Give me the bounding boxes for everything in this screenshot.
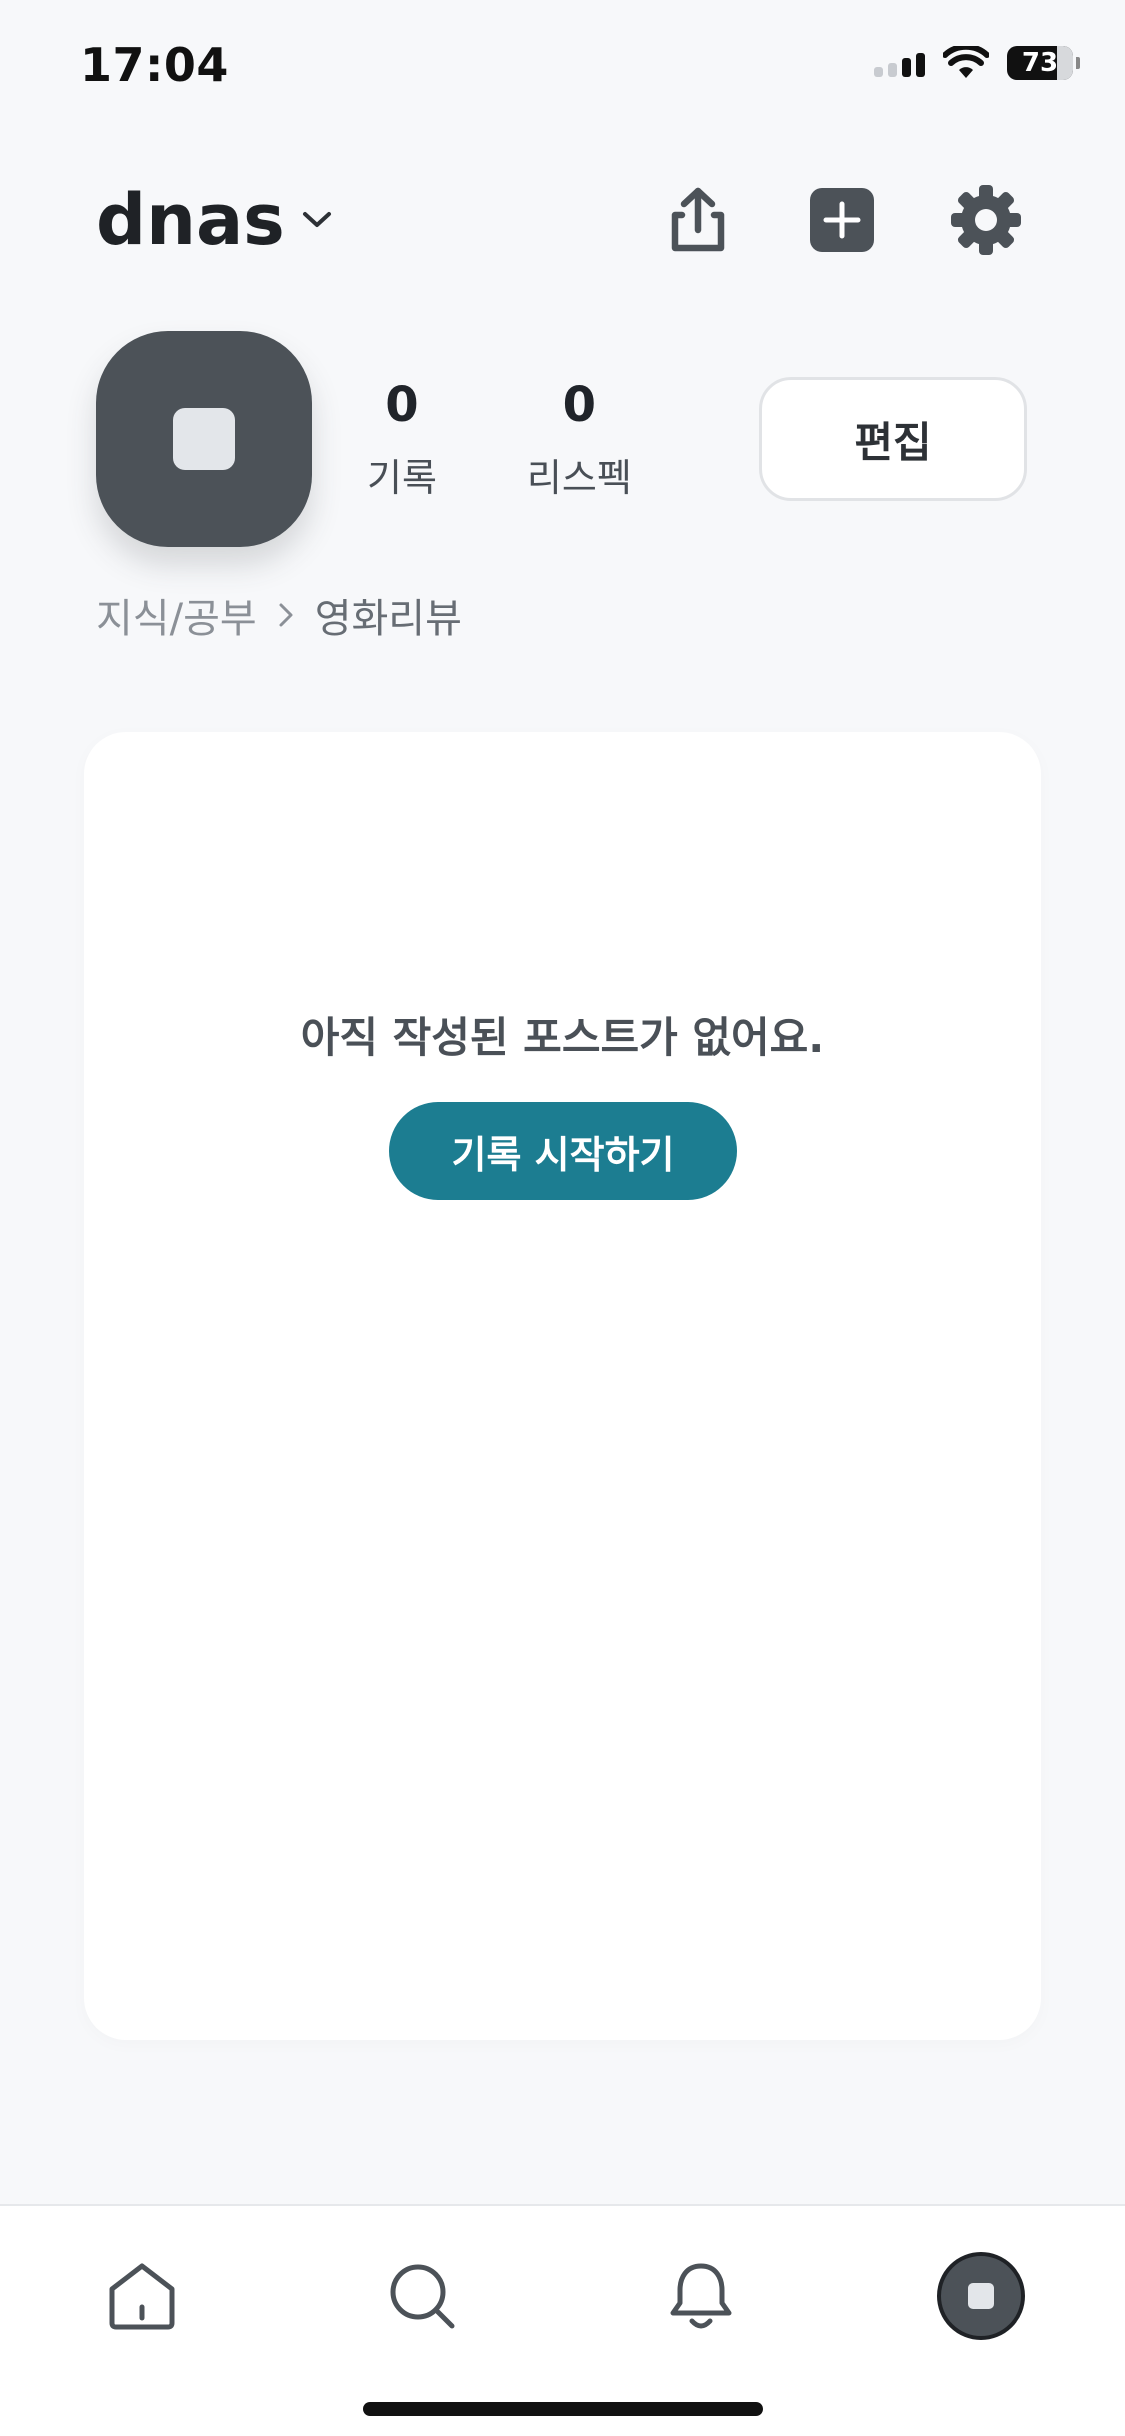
start-recording-button[interactable]: 기록 시작하기 [389, 1102, 737, 1200]
profile-avatar[interactable] [96, 331, 312, 547]
avatar-placeholder-icon [967, 2283, 994, 2309]
breadcrumb: 지식/공부 영화리뷰 [96, 586, 462, 644]
account-switcher[interactable]: dnas [96, 179, 333, 261]
wifi-icon [943, 46, 989, 78]
profile-avatar-icon [936, 2252, 1025, 2340]
home-icon [109, 2263, 175, 2330]
profile-summary: 0 기록 0 리스펙 편집 [96, 330, 1027, 548]
stat-respect[interactable]: 0 리스펙 [527, 377, 632, 502]
settings-button[interactable] [943, 177, 1029, 263]
empty-state-message: 아직 작성된 포스트가 없어요. [300, 1013, 825, 1062]
cellular-signal-icon [874, 49, 925, 77]
bottom-nav-items [92, 2246, 1031, 2346]
chevron-right-icon [279, 603, 293, 627]
nav-home[interactable] [92, 2246, 192, 2346]
search-icon [390, 2264, 455, 2329]
bottom-navigation [0, 2204, 1125, 2436]
share-button[interactable] [655, 177, 741, 263]
account-name: dnas [96, 179, 285, 261]
profile-header: dnas [96, 165, 1029, 275]
battery-icon: 73 [1007, 46, 1080, 80]
status-icons: 73 [874, 46, 1080, 80]
chevron-down-icon [302, 212, 331, 227]
status-bar: 17:04 73 [0, 0, 1125, 140]
profile-stats: 0 기록 0 리스펙 [367, 377, 632, 502]
header-actions [655, 177, 1029, 263]
posts-empty-card: 아직 작성된 포스트가 없어요. 기록 시작하기 [84, 732, 1041, 2040]
gear-icon [951, 185, 1021, 255]
stat-label: 기록 [367, 455, 437, 500]
stat-label: 리스펙 [526, 455, 632, 500]
nav-profile[interactable] [931, 2246, 1031, 2346]
battery-level: 73 [1021, 48, 1059, 78]
breadcrumb-parent[interactable]: 지식/공부 [96, 586, 257, 644]
add-button[interactable] [799, 177, 885, 263]
breadcrumb-current[interactable]: 영화리뷰 [315, 586, 462, 644]
nav-search[interactable] [372, 2246, 472, 2346]
share-icon [671, 187, 725, 252]
home-indicator[interactable] [363, 2402, 763, 2416]
status-time: 17:04 [80, 38, 229, 92]
edit-profile-button[interactable]: 편집 [759, 377, 1027, 501]
stat-value: 0 [562, 376, 597, 433]
add-icon [810, 188, 874, 252]
stat-value: 0 [385, 376, 419, 433]
stat-records[interactable]: 0 기록 [367, 377, 437, 502]
bell-icon [670, 2263, 732, 2329]
avatar-placeholder-icon [173, 408, 235, 470]
nav-notifications[interactable] [651, 2246, 751, 2346]
